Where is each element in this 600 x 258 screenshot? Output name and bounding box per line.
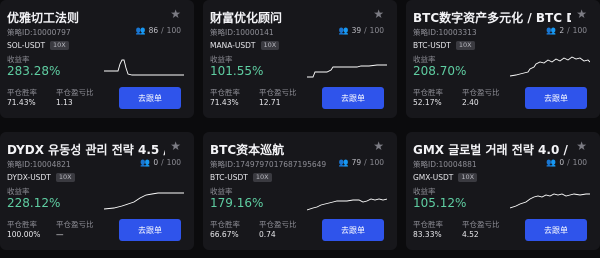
return-value: 101.55% bbox=[210, 64, 264, 78]
strategy-card[interactable]: GMX 글로벌 거래 전략 4.0 / "GMX Global Trading … bbox=[406, 132, 600, 250]
strategy-id: 策略ID:10000797 bbox=[7, 28, 71, 37]
win-rate-value: 66.67% bbox=[210, 230, 239, 239]
pl-ratio-label: 平仓盈亏比 bbox=[259, 88, 297, 97]
strategy-id: 策略ID:10000141 bbox=[210, 28, 274, 37]
return-value: 179.16% bbox=[210, 196, 264, 210]
pl-ratio-value: 2.40 bbox=[462, 98, 479, 107]
strategy-title[interactable]: 财富优化顾问 bbox=[210, 9, 368, 26]
trading-pair: GMX-USDT 10X bbox=[413, 173, 478, 182]
star-icon[interactable]: ★ bbox=[576, 139, 587, 153]
return-sparkline bbox=[510, 56, 590, 77]
trading-pair: BTC-USDT 10X bbox=[210, 173, 272, 182]
pl-ratio-label: 平仓盈亏比 bbox=[462, 88, 500, 97]
leverage-badge: 10X bbox=[55, 173, 75, 182]
follower-count: 👥 0/100 bbox=[546, 158, 587, 167]
strategy-id: 策略ID:10003313 bbox=[413, 28, 477, 37]
strategy-card-grid: 优雅切工法则 ★ 策略ID:10000797 👥 86/100 SOL-USDT 1… bbox=[0, 0, 600, 258]
pl-ratio-label: 平仓盈亏比 bbox=[259, 220, 297, 229]
follower-count: 👥 79/100 bbox=[338, 158, 384, 167]
users-icon: 👥 bbox=[338, 158, 349, 167]
leverage-badge: 10X bbox=[455, 41, 475, 50]
leverage-badge: 10X bbox=[252, 173, 272, 182]
star-icon[interactable]: ★ bbox=[576, 7, 587, 21]
win-rate-label: 平仓胜率 bbox=[210, 220, 240, 229]
strategy-id: 策略ID:10004881 bbox=[413, 160, 477, 169]
strategy-id: 策略ID:10004821 bbox=[7, 160, 71, 169]
follow-button[interactable]: 去跟单 bbox=[322, 219, 384, 241]
star-icon[interactable]: ★ bbox=[170, 7, 181, 21]
strategy-card[interactable]: BTC资本巡航 ★ 策略ID:1749797017687195649 👥 79/1… bbox=[203, 132, 397, 250]
star-icon[interactable]: ★ bbox=[170, 139, 181, 153]
users-icon: 👥 bbox=[546, 158, 557, 167]
return-sparkline bbox=[510, 193, 590, 209]
win-rate-value: 52.17% bbox=[413, 98, 442, 107]
follower-count: 👥 2/100 bbox=[546, 26, 587, 35]
win-rate-value: 100.00% bbox=[7, 230, 41, 239]
users-icon: 👥 bbox=[338, 26, 349, 35]
strategy-card[interactable]: 财富优化顾问 ★ 策略ID:10000141 👥 39/100 MANA-USDT… bbox=[203, 0, 397, 118]
win-rate-value: 83.33% bbox=[413, 230, 442, 239]
strategy-card[interactable]: BTC数字资产多元化 / BTC Digital Asset Diversifi… bbox=[406, 0, 600, 118]
win-rate-value: 71.43% bbox=[7, 98, 36, 107]
follower-count: 👥 86/100 bbox=[135, 26, 181, 35]
return-sparkline bbox=[104, 192, 184, 210]
strategy-title[interactable]: GMX 글로벌 거래 전략 4.0 / "GMX Global Trading … bbox=[413, 141, 571, 158]
pl-ratio-value: 0.74 bbox=[259, 230, 276, 239]
follower-count: 👥 39/100 bbox=[338, 26, 384, 35]
win-rate-label: 平仓胜率 bbox=[413, 88, 443, 97]
follow-button[interactable]: 去跟单 bbox=[322, 87, 384, 109]
follow-button[interactable]: 去跟单 bbox=[525, 87, 587, 109]
star-icon[interactable]: ★ bbox=[373, 139, 384, 153]
pl-ratio-value: — bbox=[56, 230, 64, 239]
strategy-card[interactable]: DYDX 유동성 관리 전략 4.5 / "Liquidity Manageme… bbox=[0, 132, 194, 250]
trading-pair: BTC-USDT 10X bbox=[413, 41, 475, 50]
leverage-badge: 10X bbox=[260, 41, 280, 50]
return-sparkline bbox=[307, 64, 387, 78]
strategy-title[interactable]: BTC数字资产多元化 / BTC Digital Asset Diversifi… bbox=[413, 9, 571, 26]
follow-button[interactable]: 去跟单 bbox=[525, 219, 587, 241]
pl-ratio-value: 4.52 bbox=[462, 230, 479, 239]
pl-ratio-value: 1.13 bbox=[56, 98, 73, 107]
trading-pair: DYDX-USDT 10X bbox=[7, 173, 75, 182]
strategy-title[interactable]: BTC资本巡航 bbox=[210, 141, 368, 158]
pl-ratio-label: 平仓盈亏比 bbox=[56, 220, 94, 229]
strategy-id: 策略ID:1749797017687195649 bbox=[210, 160, 327, 169]
follow-button[interactable]: 去跟单 bbox=[119, 219, 181, 241]
return-value: 228.12% bbox=[7, 196, 61, 210]
star-icon[interactable]: ★ bbox=[373, 7, 384, 21]
trading-pair: MANA-USDT 10X bbox=[210, 41, 280, 50]
pl-ratio-value: 12.71 bbox=[259, 98, 281, 107]
win-rate-value: 71.43% bbox=[210, 98, 239, 107]
strategy-title[interactable]: 优雅切工法则 bbox=[7, 9, 165, 26]
users-icon: 👥 bbox=[140, 158, 151, 167]
users-icon: 👥 bbox=[135, 26, 146, 35]
return-sparkline bbox=[104, 59, 184, 76]
return-value: 208.70% bbox=[413, 64, 467, 78]
return-value: 105.12% bbox=[413, 196, 467, 210]
strategy-card[interactable]: 优雅切工法则 ★ 策略ID:10000797 👥 86/100 SOL-USDT 1… bbox=[0, 0, 194, 118]
pl-ratio-label: 平仓盈亏比 bbox=[56, 88, 94, 97]
pl-ratio-label: 平仓盈亏比 bbox=[462, 220, 500, 229]
return-value: 283.28% bbox=[7, 64, 61, 78]
follow-button[interactable]: 去跟单 bbox=[119, 87, 181, 109]
strategy-title[interactable]: DYDX 유동성 관리 전략 4.5 / "Liquidity Manageme… bbox=[7, 141, 165, 158]
leverage-badge: 10X bbox=[50, 41, 69, 50]
win-rate-label: 平仓胜率 bbox=[7, 88, 37, 97]
return-sparkline bbox=[307, 198, 387, 211]
win-rate-label: 平仓胜率 bbox=[7, 220, 37, 229]
win-rate-label: 平仓胜率 bbox=[413, 220, 443, 229]
users-icon: 👥 bbox=[546, 26, 557, 35]
follower-count: 👥 0/100 bbox=[140, 158, 181, 167]
win-rate-label: 平仓胜率 bbox=[210, 88, 240, 97]
leverage-badge: 10X bbox=[458, 173, 478, 182]
trading-pair: SOL-USDT 10X bbox=[7, 41, 69, 50]
